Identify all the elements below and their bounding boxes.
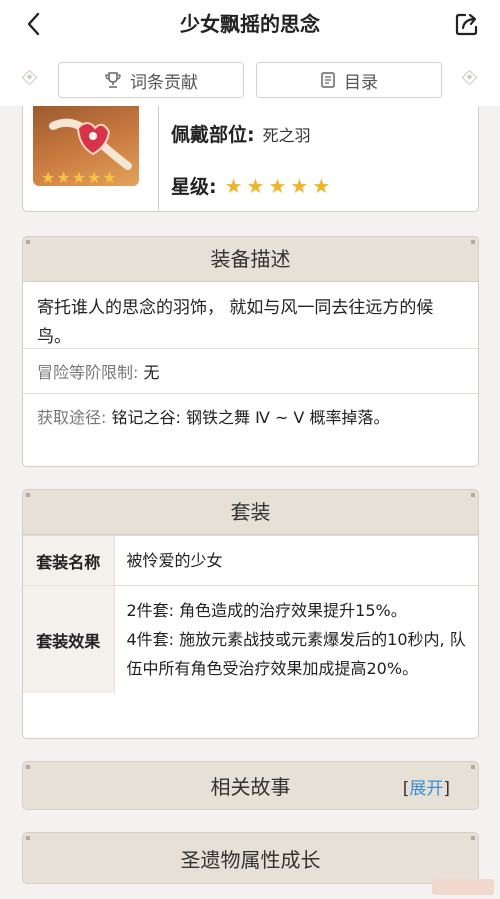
corner-dot: [26, 836, 30, 840]
corner-dot: [471, 240, 475, 244]
slot-row: 佩戴部位: 死之羽: [171, 120, 311, 147]
nav-row: 词条贡献 目录: [0, 48, 500, 106]
source-label: 获取途径:: [37, 408, 107, 427]
rarity-stars: ★★★★★: [224, 173, 335, 198]
growth-title: 圣遗物属性成长: [180, 847, 321, 872]
level-limit-value: 无: [143, 363, 160, 382]
contribute-button[interactable]: 词条贡献: [58, 62, 244, 98]
table-row: 套装效果 2件套: 角色造成的治疗效果提升15%。 4件套: 施放元素战技或元素…: [23, 585, 478, 693]
item-info-card: ★★★★★ 佩戴部位: 死之羽 星级: ★★★★★: [22, 106, 479, 212]
set-effect-label: 套装效果: [23, 585, 115, 693]
corner-dot: [26, 493, 30, 497]
set-effect-value: 2件套: 角色造成的治疗效果提升15%。 4件套: 施放元素战技或元素爆发后的1…: [114, 585, 478, 693]
corner-dot: [471, 765, 475, 769]
story-title: 相关故事: [210, 775, 291, 799]
set-header: 套装: [23, 490, 478, 535]
set-name-value: 被怜爱的少女: [114, 535, 478, 586]
corner-dot: [471, 493, 475, 497]
trophy-icon: [105, 72, 121, 88]
set-card: 套装 套装名称 被怜爱的少女 套装效果 2件套: 角色造成的治疗效果提升15%。…: [22, 489, 479, 739]
rarity-row: 星级: ★★★★★: [171, 172, 334, 199]
corner-dot: [471, 836, 475, 840]
description-title: 装备描述: [210, 247, 291, 271]
watermark-logo: [432, 879, 494, 895]
corner-dot: [26, 765, 30, 769]
set-effect-4pc: 4件套: 施放元素战技或元素爆发后的10秒内, 队伍中所有角色受治疗效果加成提高…: [126, 630, 466, 678]
list-document-icon: [321, 72, 335, 88]
item-image-panel: ★★★★★: [23, 106, 159, 211]
set-effect-2pc: 2件套: 角色造成的治疗效果提升15%。: [126, 601, 407, 620]
slot-value: 死之羽: [262, 125, 311, 145]
set-table: 套装名称 被怜爱的少女 套装效果 2件套: 角色造成的治疗效果提升15%。 4件…: [23, 535, 478, 693]
growth-header: 圣遗物属性成长: [23, 833, 478, 883]
corner-dot: [26, 240, 30, 244]
decorative-diamond-icon: [21, 69, 38, 86]
share-icon[interactable]: [452, 9, 482, 39]
level-limit-label: 冒险等阶限制:: [37, 363, 139, 382]
story-header: 相关故事 [展开]: [23, 762, 478, 809]
contribute-label: 词条贡献: [130, 72, 198, 93]
source-value: 铭记之谷: 钢铁之舞 Ⅳ ~ Ⅴ 概率掉落。: [111, 408, 390, 427]
expand-bracket: ]: [443, 779, 450, 799]
description-header: 装备描述: [23, 237, 478, 282]
top-bar: 少女飘摇的思念: [0, 0, 500, 48]
catalog-button[interactable]: 目录: [256, 62, 442, 98]
growth-card: 圣遗物属性成长: [22, 832, 479, 884]
decorative-diamond-icon: [461, 69, 478, 86]
level-limit-row: 冒险等阶限制: 无: [23, 348, 478, 393]
set-name-label: 套装名称: [23, 535, 115, 586]
story-card: 相关故事 [展开]: [22, 761, 479, 810]
catalog-label: 目录: [344, 72, 378, 93]
rarity-label: 星级:: [171, 176, 217, 198]
item-image-stars: ★★★★★: [41, 168, 118, 187]
slot-label: 佩戴部位:: [171, 124, 255, 146]
page-title: 少女飘摇的思念: [180, 12, 320, 36]
description-text: 寄托谁人的思念的羽饰， 就如与风一同去往远方的候鸟。: [37, 298, 434, 347]
source-row: 获取途径: 铭记之谷: 钢铁之舞 Ⅳ ~ Ⅴ 概率掉落。: [23, 393, 478, 438]
set-title: 套装: [230, 500, 271, 524]
table-row: 套装名称 被怜爱的少女: [23, 535, 478, 586]
expand-toggle[interactable]: [展开]: [403, 774, 450, 799]
description-card: 装备描述 寄托谁人的思念的羽饰， 就如与风一同去往远方的候鸟。 冒险等阶限制: …: [22, 236, 479, 467]
expand-link[interactable]: 展开: [409, 779, 443, 799]
